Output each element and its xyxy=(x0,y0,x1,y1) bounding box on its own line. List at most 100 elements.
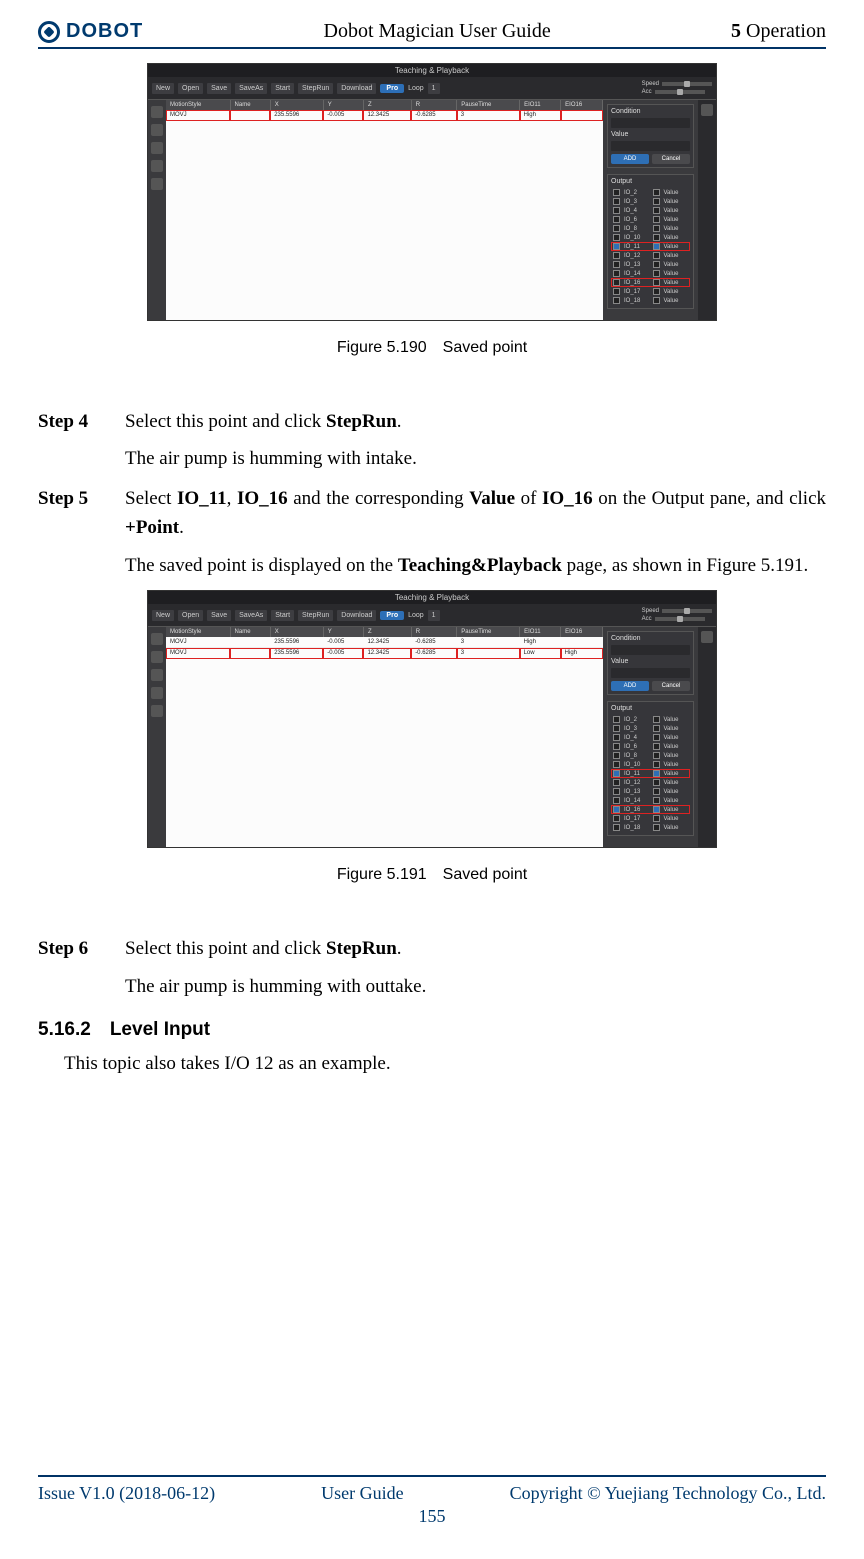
value-checkbox[interactable] xyxy=(653,779,660,786)
io-checkbox[interactable] xyxy=(613,288,620,295)
value-checkbox[interactable] xyxy=(653,824,660,831)
output-row-io-2[interactable]: IO_2Value xyxy=(611,188,690,197)
tool-icon[interactable] xyxy=(151,142,163,154)
output-row-io-11[interactable]: IO_11Value xyxy=(611,242,690,251)
add-button[interactable]: ADD xyxy=(611,154,649,164)
value-checkbox[interactable] xyxy=(653,743,660,750)
output-row-io-13[interactable]: IO_13Value xyxy=(611,787,690,796)
output-row-io-12[interactable]: IO_12Value xyxy=(611,251,690,260)
output-row-io-18[interactable]: IO_18Value xyxy=(611,296,690,305)
value-input[interactable] xyxy=(611,141,690,151)
output-row-io-4[interactable]: IO_4Value xyxy=(611,733,690,742)
io-checkbox[interactable] xyxy=(613,279,620,286)
value-checkbox[interactable] xyxy=(653,225,660,232)
value-checkbox[interactable] xyxy=(653,207,660,214)
output-row-io-2[interactable]: IO_2Value xyxy=(611,715,690,724)
speed-slider[interactable] xyxy=(662,82,712,86)
io-checkbox[interactable] xyxy=(613,225,620,232)
saveas-button[interactable]: SaveAs xyxy=(235,610,267,621)
io-checkbox[interactable] xyxy=(613,734,620,741)
output-row-io-3[interactable]: IO_3Value xyxy=(611,197,690,206)
value-checkbox[interactable] xyxy=(653,189,660,196)
output-row-io-16[interactable]: IO_16Value xyxy=(611,278,690,287)
output-row-io-12[interactable]: IO_12Value xyxy=(611,778,690,787)
value-checkbox[interactable] xyxy=(653,716,660,723)
value-checkbox[interactable] xyxy=(653,297,660,304)
acc-slider[interactable] xyxy=(655,90,705,94)
table-row[interactable]: MOVJ 235.5596 -0.005 12.3425 -0.6285 3 H… xyxy=(166,110,603,121)
download-button[interactable]: Download xyxy=(337,83,376,94)
io-checkbox[interactable] xyxy=(613,252,620,259)
new-button[interactable]: New xyxy=(152,610,174,621)
value-checkbox[interactable] xyxy=(653,815,660,822)
output-row-io-14[interactable]: IO_14Value xyxy=(611,269,690,278)
condition-dropdown[interactable] xyxy=(611,118,690,128)
steprun-button[interactable]: StepRun xyxy=(298,610,333,621)
new-button[interactable]: New xyxy=(152,83,174,94)
tool-icon[interactable] xyxy=(151,651,163,663)
io-checkbox[interactable] xyxy=(613,297,620,304)
open-button[interactable]: Open xyxy=(178,83,203,94)
output-row-io-8[interactable]: IO_8Value xyxy=(611,224,690,233)
value-checkbox[interactable] xyxy=(653,279,660,286)
io-checkbox[interactable] xyxy=(613,725,620,732)
value-checkbox[interactable] xyxy=(653,216,660,223)
output-row-io-18[interactable]: IO_18Value xyxy=(611,823,690,832)
value-checkbox[interactable] xyxy=(653,198,660,205)
output-row-io-4[interactable]: IO_4Value xyxy=(611,206,690,215)
table-row[interactable]: MOVJ 235.5596 -0.005 12.3425 -0.6285 3 L… xyxy=(166,648,603,659)
cancel-button[interactable]: Cancel xyxy=(652,154,690,164)
value-checkbox[interactable] xyxy=(653,734,660,741)
output-row-io-17[interactable]: IO_17Value xyxy=(611,287,690,296)
tool-icon[interactable] xyxy=(151,178,163,190)
start-button[interactable]: Start xyxy=(271,610,294,621)
io-checkbox[interactable] xyxy=(613,198,620,205)
value-checkbox[interactable] xyxy=(653,761,660,768)
table-row[interactable]: MOVJ 235.5596 -0.005 12.3425 -0.6285 3 H… xyxy=(166,637,603,648)
tool-icon[interactable] xyxy=(151,124,163,136)
value-input[interactable] xyxy=(611,668,690,678)
output-row-io-10[interactable]: IO_10Value xyxy=(611,233,690,242)
loop-value[interactable]: 1 xyxy=(428,83,440,94)
speed-slider[interactable] xyxy=(662,609,712,613)
save-button[interactable]: Save xyxy=(207,83,231,94)
cancel-button[interactable]: Cancel xyxy=(652,681,690,691)
io-checkbox[interactable] xyxy=(613,243,620,250)
acc-slider[interactable] xyxy=(655,617,705,621)
output-row-io-13[interactable]: IO_13Value xyxy=(611,260,690,269)
output-row-io-6[interactable]: IO_6Value xyxy=(611,742,690,751)
value-checkbox[interactable] xyxy=(653,752,660,759)
tool-icon[interactable] xyxy=(151,669,163,681)
tool-icon[interactable] xyxy=(151,160,163,172)
output-row-io-6[interactable]: IO_6Value xyxy=(611,215,690,224)
steprun-button[interactable]: StepRun xyxy=(298,83,333,94)
add-button[interactable]: ADD xyxy=(611,681,649,691)
download-button[interactable]: Download xyxy=(337,610,376,621)
open-button[interactable]: Open xyxy=(178,610,203,621)
value-checkbox[interactable] xyxy=(653,788,660,795)
output-row-io-17[interactable]: IO_17Value xyxy=(611,814,690,823)
io-checkbox[interactable] xyxy=(613,788,620,795)
save-button[interactable]: Save xyxy=(207,610,231,621)
saveas-button[interactable]: SaveAs xyxy=(235,83,267,94)
tool-icon[interactable] xyxy=(151,705,163,717)
output-row-io-10[interactable]: IO_10Value xyxy=(611,760,690,769)
io-checkbox[interactable] xyxy=(613,806,620,813)
value-checkbox[interactable] xyxy=(653,243,660,250)
io-checkbox[interactable] xyxy=(613,770,620,777)
output-row-io-11[interactable]: IO_11Value xyxy=(611,769,690,778)
io-checkbox[interactable] xyxy=(613,270,620,277)
value-checkbox[interactable] xyxy=(653,806,660,813)
expand-icon[interactable] xyxy=(701,104,713,116)
value-checkbox[interactable] xyxy=(653,234,660,241)
loop-value[interactable]: 1 xyxy=(428,610,440,621)
io-checkbox[interactable] xyxy=(613,716,620,723)
condition-dropdown[interactable] xyxy=(611,645,690,655)
value-checkbox[interactable] xyxy=(653,288,660,295)
output-row-io-3[interactable]: IO_3Value xyxy=(611,724,690,733)
io-checkbox[interactable] xyxy=(613,815,620,822)
tool-icon[interactable] xyxy=(151,687,163,699)
value-checkbox[interactable] xyxy=(653,797,660,804)
value-checkbox[interactable] xyxy=(653,770,660,777)
io-checkbox[interactable] xyxy=(613,797,620,804)
